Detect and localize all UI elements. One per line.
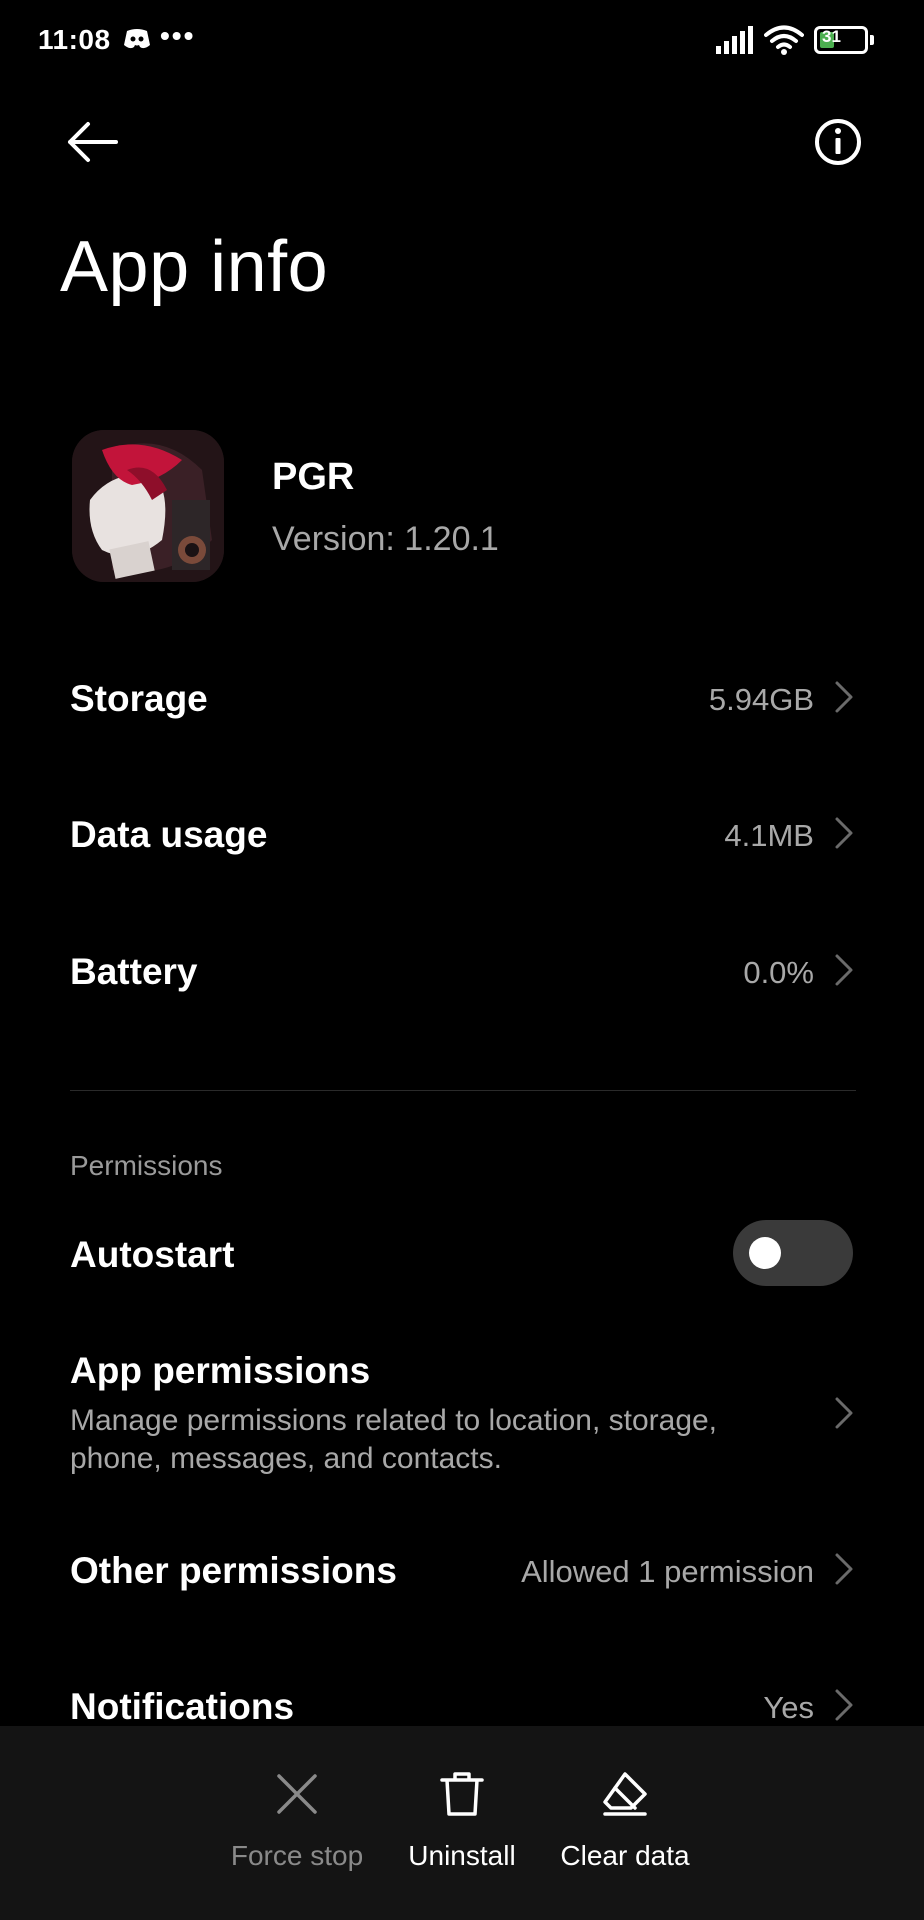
wifi-icon (764, 25, 804, 55)
close-icon (277, 1774, 317, 1814)
data-usage-row[interactable]: Data usage 4.1MB (0, 776, 924, 896)
app-icon (72, 430, 224, 582)
other-permissions-row[interactable]: Other permissions Allowed 1 permission (0, 1512, 924, 1632)
chevron-right-icon (835, 1397, 853, 1429)
force-stop-label: Force stop (230, 1840, 364, 1871)
chevron-right-icon (835, 1689, 853, 1721)
storage-value: 5.94GB (708, 682, 814, 717)
chevron-right-icon (835, 681, 853, 713)
app-name: PGR (272, 456, 355, 498)
clear-data-label: Clear data (560, 1840, 690, 1871)
info-icon[interactable] (812, 116, 864, 168)
data-usage-label: Data usage (70, 814, 268, 855)
data-usage-value: 4.1MB (724, 818, 814, 853)
app-version: Version: 1.20.1 (272, 520, 499, 558)
storage-row[interactable]: Storage 5.94GB (0, 640, 924, 760)
bottom-action-bar: Force stop Uninstall Clear data (0, 1726, 924, 1920)
autostart-toggle[interactable] (733, 1220, 853, 1286)
app-permissions-label: App permissions (70, 1350, 371, 1391)
storage-label: Storage (70, 678, 208, 719)
battery-level: 31 (822, 27, 841, 46)
trash-icon (440, 1772, 484, 1816)
battery-icon: 31 (814, 26, 874, 54)
back-arrow-icon[interactable] (62, 112, 122, 172)
force-stop-button[interactable]: Force stop (212, 1770, 382, 1890)
chevron-right-icon (835, 954, 853, 986)
app-permissions-description: Manage permissions related to location, … (70, 1404, 718, 1475)
signal-icon (716, 26, 753, 54)
other-permissions-value: Allowed 1 permission (521, 1554, 814, 1589)
eraser-icon (603, 1772, 647, 1816)
notifications-label: Notifications (70, 1686, 295, 1727)
app-info-screen: 11:08 ••• 31 App info PGR Version: 1.20.… (0, 0, 924, 1920)
autostart-label: Autostart (70, 1234, 235, 1275)
uninstall-label: Uninstall (408, 1840, 516, 1871)
chevron-right-icon (835, 1553, 853, 1585)
permissions-section-title: Permissions (70, 1150, 223, 1181)
battery-value: 0.0% (743, 955, 814, 990)
chevron-right-icon (835, 817, 853, 849)
status-bar: 11:08 ••• 31 (0, 0, 924, 82)
status-time: 11:08 (38, 24, 111, 55)
section-divider (70, 1090, 856, 1091)
toggle-knob (749, 1237, 781, 1269)
more-notifications-icon: ••• (160, 20, 196, 51)
notifications-value: Yes (763, 1690, 814, 1725)
other-permissions-label: Other permissions (70, 1550, 397, 1591)
battery-row[interactable]: Battery 0.0% (0, 913, 924, 1033)
page-title: App info (60, 227, 329, 307)
uninstall-button[interactable]: Uninstall (377, 1770, 547, 1890)
discord-icon (124, 29, 150, 49)
battery-label: Battery (70, 951, 198, 992)
clear-data-button[interactable]: Clear data (540, 1770, 710, 1890)
